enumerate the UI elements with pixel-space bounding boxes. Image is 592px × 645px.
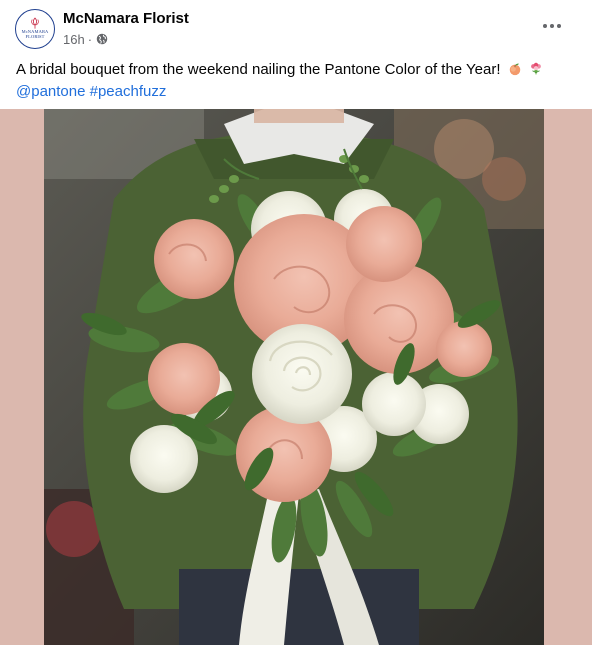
meta-separator: ·	[87, 31, 93, 47]
caption-text: A bridal bouquet from the weekend nailin…	[16, 61, 501, 78]
hashtag-pantone[interactable]: @pantone	[16, 83, 85, 100]
facebook-post: McNAMARA FLORIST McNamara Florist 16h · …	[0, 0, 592, 645]
post-meta: 16h ·	[63, 31, 108, 47]
more-options-icon	[543, 24, 561, 28]
peach-emoji	[509, 63, 520, 76]
post-photo-frame	[0, 109, 592, 645]
avatar-logo-text-line2: FLORIST	[25, 34, 45, 39]
flower-logo-icon	[31, 17, 39, 29]
hashtag-list: @pantone #peachfuzz	[16, 82, 576, 102]
post-timestamp[interactable]: 16h	[63, 32, 85, 47]
bouquet-emoji	[530, 62, 541, 76]
bouquet-illustration	[44, 109, 544, 645]
more-options-button[interactable]	[535, 12, 569, 40]
post-caption: A bridal bouquet from the weekend nailin…	[16, 60, 576, 102]
post-header: McNAMARA FLORIST McNamara Florist 16h ·	[0, 0, 592, 56]
bouquet-photo[interactable]	[44, 109, 544, 645]
globe-icon[interactable]	[96, 33, 108, 45]
page-avatar[interactable]: McNAMARA FLORIST	[15, 9, 55, 49]
hashtag-peachfuzz[interactable]: #peachfuzz	[90, 83, 167, 100]
page-name-link[interactable]: McNamara Florist	[63, 10, 189, 27]
